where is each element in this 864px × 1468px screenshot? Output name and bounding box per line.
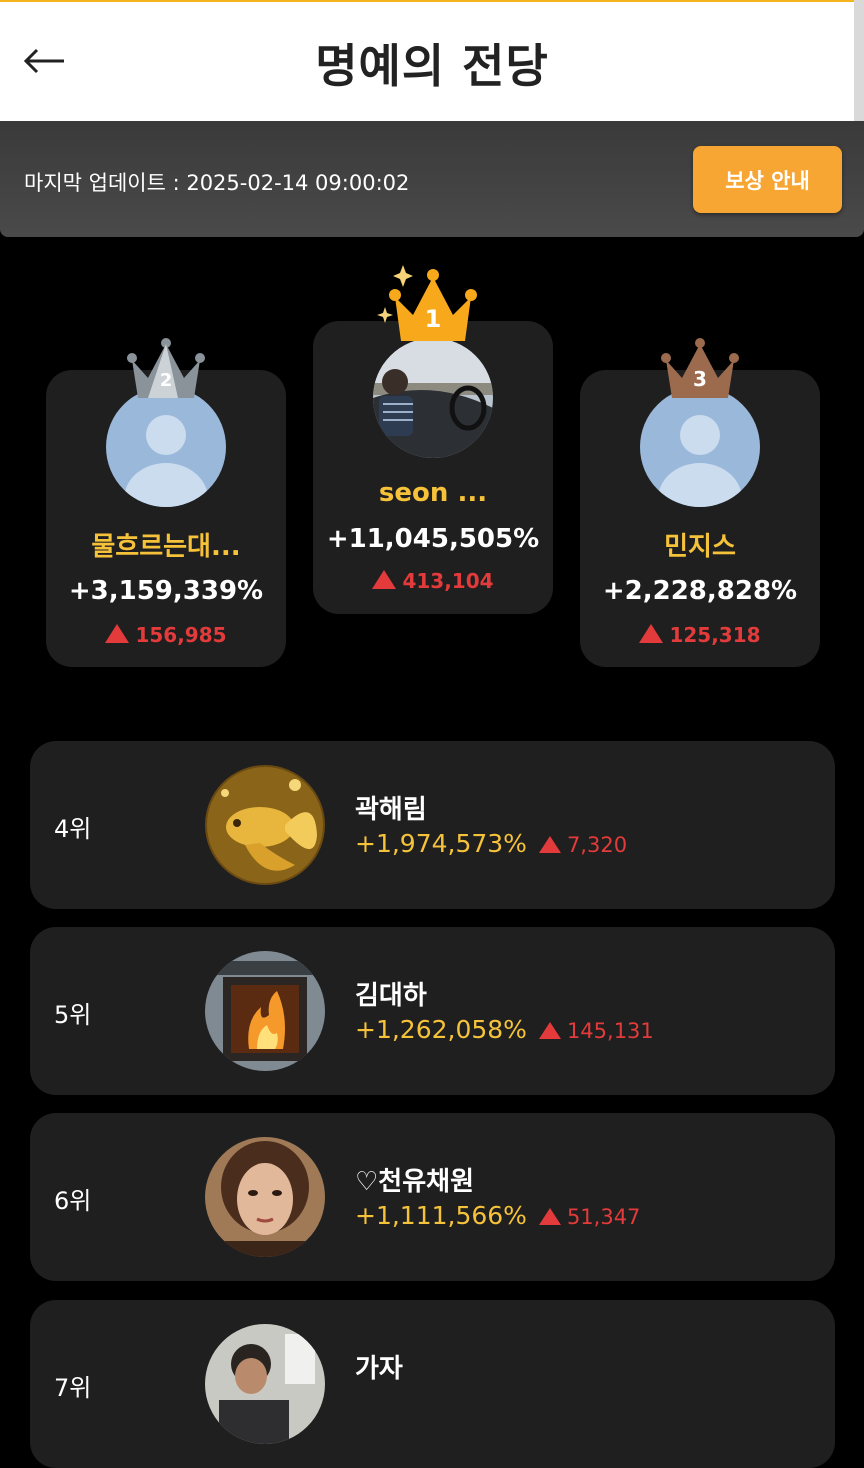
podium-change: 413,104 <box>313 569 553 593</box>
rank-percent: +1,262,058% <box>355 1015 527 1044</box>
rank-change: 7,320 <box>538 833 628 857</box>
avatar <box>205 765 325 885</box>
golden-fish-icon <box>205 765 325 885</box>
podium-change: 156,985 <box>46 623 286 647</box>
up-triangle-icon <box>639 624 664 643</box>
avatar <box>205 1137 325 1257</box>
podium-change-value: 156,985 <box>135 623 227 647</box>
podium-change: 125,318 <box>580 623 820 647</box>
podium-change-value: 125,318 <box>669 623 761 647</box>
rank-percent: +1,974,573% <box>355 829 527 858</box>
avatar <box>106 387 226 507</box>
rank-change: 51,347 <box>538 1205 641 1229</box>
fireplace-icon <box>205 951 325 1071</box>
rank-stats: +1,974,573% 7,320 <box>355 829 627 858</box>
list-item[interactable]: 5위 김대하 +1,262,058% 145,131 <box>30 927 835 1095</box>
rank-name: 가자 <box>355 1354 403 1384</box>
rank-change-value: 7,320 <box>566 833 628 857</box>
avatar <box>205 951 325 1071</box>
silver-crown-icon: 2 <box>127 338 205 398</box>
rank-number: 6위 <box>54 1187 92 1215</box>
podium-card-rank-3[interactable]: 3 민지스 +2,228,828% 125,318 <box>580 338 820 667</box>
rank-change-value: 145,131 <box>566 1019 654 1043</box>
list-item[interactable]: 4위 곽해림 +1,974,573% 7,320 <box>30 741 835 909</box>
rank-change: 145,131 <box>538 1019 654 1043</box>
crown-rank-number: 1 <box>425 305 442 333</box>
sparkle-icon <box>377 265 413 323</box>
avatar <box>640 387 760 507</box>
rank-percent: +1,111,566% <box>355 1201 527 1230</box>
avatar <box>205 1324 325 1444</box>
podium-percent: +3,159,339% <box>68 576 264 606</box>
crown-rank-number: 3 <box>693 367 707 391</box>
reward-info-button[interactable]: 보상 안내 <box>693 146 842 213</box>
podium-name: seon ... <box>378 478 488 508</box>
page-title: 명예의 전당 <box>315 39 549 93</box>
up-triangle-icon <box>538 1208 561 1225</box>
up-triangle-icon <box>372 570 397 589</box>
list-item[interactable]: 6위 ♡천유채원 +1,111,566% 51,347 <box>30 1113 835 1281</box>
up-triangle-icon <box>538 836 561 853</box>
rank-number: 4위 <box>54 815 92 843</box>
podium-change-value: 413,104 <box>402 569 494 593</box>
rank-change-value: 51,347 <box>566 1205 641 1229</box>
rank-number: 7위 <box>54 1374 92 1402</box>
bronze-crown-icon: 3 <box>661 338 739 398</box>
portrait-woman-icon <box>205 1137 325 1257</box>
rank-stats: +1,111,566% 51,347 <box>355 1201 640 1230</box>
podium-name: 물흐르는대... <box>91 532 241 562</box>
up-triangle-icon <box>105 624 130 643</box>
podium-name: 민지스 <box>664 532 736 562</box>
rank-name: 김대하 <box>355 981 427 1011</box>
scrollbar[interactable] <box>854 0 864 121</box>
last-update-text: 마지막 업데이트 : 2025-02-14 09:00:02 <box>24 171 410 195</box>
portrait-man-icon <box>205 1324 325 1444</box>
rank-number: 5위 <box>54 1001 92 1029</box>
update-bar: 마지막 업데이트 : 2025-02-14 09:00:02 보상 안내 <box>0 121 864 237</box>
driver-photo-icon <box>373 338 493 458</box>
podium-card-rank-2[interactable]: 2 물흐르는대... +3,159,339% 156,985 <box>46 338 286 667</box>
rank-name: 곽해림 <box>355 795 427 825</box>
crown-rank-number: 2 <box>160 370 173 391</box>
list-item[interactable]: 7위 가자 <box>30 1300 835 1468</box>
avatar <box>373 338 493 458</box>
rank-name: ♡천유채원 <box>355 1167 474 1197</box>
app-header: 명예의 전당 <box>0 0 854 121</box>
rank-stats: +1,262,058% 145,131 <box>355 1015 654 1044</box>
default-user-icon <box>124 415 208 507</box>
podium-percent: +2,228,828% <box>602 576 798 606</box>
default-user-icon <box>658 415 742 507</box>
up-triangle-icon <box>538 1022 561 1039</box>
podium-card-rank-1[interactable]: 1 seon ... +11,045,505% 413,104 <box>313 265 553 614</box>
podium-percent: +11,045,505% <box>326 524 540 554</box>
